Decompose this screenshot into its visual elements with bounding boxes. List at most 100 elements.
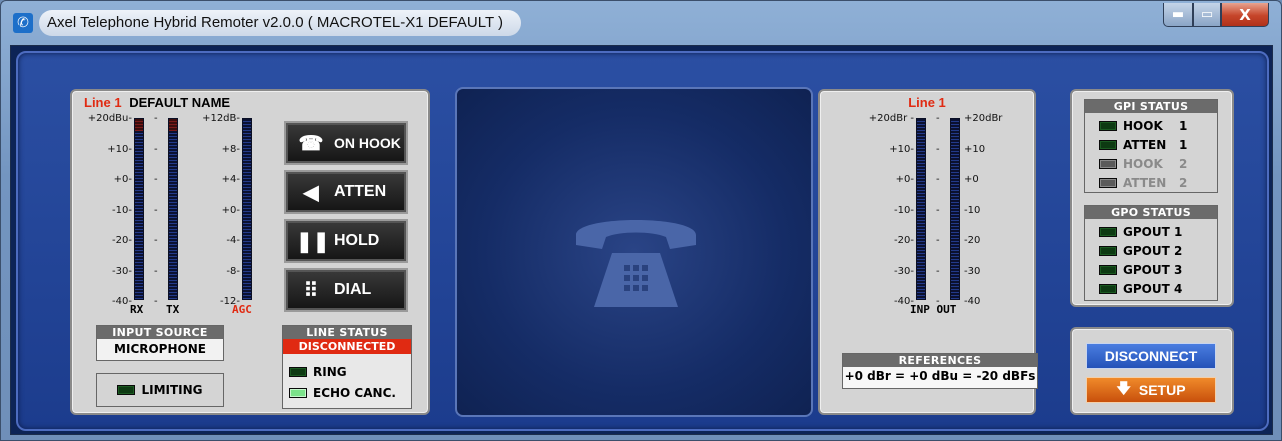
atten-label: ATTEN xyxy=(334,183,387,200)
scale-dash: - xyxy=(154,204,158,216)
on-hook-button[interactable]: ☎ ON HOOK xyxy=(284,121,408,165)
input-source-value: MICROPHONE xyxy=(114,342,206,356)
gpi-box: GPI STATUS HOOK 1 ATTEN 1 HOOK 2 ATTEN 2 xyxy=(1084,99,1218,193)
gpo-label: GPOUT 3 xyxy=(1123,262,1183,277)
rx-meter xyxy=(134,118,144,300)
app-window: ✆ Axel Telephone Hybrid Remoter v2.0.0 (… xyxy=(0,0,1282,441)
title-bar[interactable]: ✆ Axel Telephone Hybrid Remoter v2.0.0 (… xyxy=(1,1,1281,45)
scale-tick-label: -8- xyxy=(226,265,240,277)
gpo-led xyxy=(1099,283,1117,294)
scale-dash: - xyxy=(936,174,940,185)
out-meter xyxy=(950,118,960,300)
limiting-led xyxy=(117,385,136,395)
scale-tick-label: +20dBr - xyxy=(868,113,914,124)
line-label: Line 1 xyxy=(84,95,122,110)
window-controls: ▬ ▭ X xyxy=(1163,3,1269,27)
scale-tick-label: +10- xyxy=(107,143,132,155)
maximize-button[interactable]: ▭ xyxy=(1193,3,1221,27)
io-panel: Line 1 +20dBr - +10- +0- -10- -20- -30- -40- -… xyxy=(818,89,1038,415)
agc-meter xyxy=(242,118,252,300)
echo-led xyxy=(289,387,307,398)
echo-row: ECHO CANC. xyxy=(289,383,411,402)
scale-dash: - xyxy=(936,265,940,277)
gpo-led xyxy=(1099,264,1117,275)
scale-tick-label: -30 xyxy=(964,265,981,277)
gpi-label: HOOK xyxy=(1123,156,1163,171)
line-header: Line 1 DEFAULT NAME xyxy=(84,95,230,110)
scale-tick-label: +0- xyxy=(113,174,132,185)
phone-icon: ✆ xyxy=(13,13,33,33)
tx-meter xyxy=(168,118,178,300)
scale-tick-label: +20dBu- xyxy=(87,113,132,124)
scale-tick-label: +20dBr xyxy=(964,113,1003,124)
gpo-label: GPOUT 2 xyxy=(1123,243,1183,258)
setup-button[interactable]: 🡇 SETUP xyxy=(1086,377,1216,403)
scale-dash: - xyxy=(936,235,940,246)
gpi-item: ATTEN 2 xyxy=(1099,173,1217,192)
window-title: Axel Telephone Hybrid Remoter v2.0.0 ( M… xyxy=(39,10,522,36)
pause-icon: ❚❚ xyxy=(296,230,330,253)
rx-label: RX xyxy=(130,303,144,316)
scale-dash: - xyxy=(154,113,158,124)
line-panel: Line 1 DEFAULT NAME +20dBu- +10- +0- -10- -2… xyxy=(70,89,430,415)
scale-tick-label: +10- xyxy=(889,143,914,155)
gpi-label: HOOK xyxy=(1123,118,1163,133)
ring-row: RING xyxy=(289,362,411,381)
hold-label: HOLD xyxy=(334,232,380,249)
hold-button[interactable]: ❚❚ HOLD xyxy=(284,219,408,263)
gpi-label: ATTEN xyxy=(1123,175,1167,190)
references-value: +0 dBr = +0 dBu = -20 dBFs xyxy=(844,369,1036,383)
scale-tick-label: -10 xyxy=(964,204,981,216)
scale-tick-label: +0- xyxy=(895,174,914,185)
limiting-label: LIMITING xyxy=(141,383,203,397)
minimize-button[interactable]: ▬ xyxy=(1163,3,1193,27)
gpo-item: GPOUT 3 xyxy=(1099,260,1217,279)
gpi-number: 2 xyxy=(1179,156,1188,171)
disconnect-button[interactable]: DISCONNECT xyxy=(1086,343,1216,369)
gpi-number: 2 xyxy=(1179,175,1188,190)
io-line-label: Line 1 xyxy=(908,95,946,110)
echo-label: ECHO CANC. xyxy=(313,385,396,400)
scale-tick-label: +0- xyxy=(221,204,240,216)
down-arrow-icon: 🡇 xyxy=(1116,380,1131,396)
scale-dash: - xyxy=(154,265,158,277)
scale-tick-label: -10- xyxy=(112,204,132,216)
limiting-indicator: LIMITING xyxy=(96,373,224,407)
telephone-icon xyxy=(576,220,696,307)
line-name: DEFAULT NAME xyxy=(129,95,231,110)
scale-tick-label: -30- xyxy=(894,265,914,277)
gpio-panel: GPI STATUS HOOK 1 ATTEN 1 HOOK 2 ATTEN 2 GPO ST… xyxy=(1070,89,1234,307)
gpi-number: 1 xyxy=(1179,118,1188,133)
references-header: REFERENCES xyxy=(843,354,1037,367)
input-source-header: INPUT SOURCE xyxy=(97,326,223,339)
scale-tick-label: -4- xyxy=(226,235,240,246)
on-hook-label: ON HOOK xyxy=(334,135,401,151)
scale-tick-label: -20 xyxy=(964,235,981,246)
gpi-header: GPI STATUS xyxy=(1085,100,1217,113)
gpi-led xyxy=(1099,158,1117,169)
gpi-item: HOOK 1 xyxy=(1099,116,1217,135)
line-status-value: DISCONNECTED xyxy=(283,339,411,354)
scale-tick-label: -30- xyxy=(112,265,132,277)
gpo-item: GPOUT 2 xyxy=(1099,241,1217,260)
gpo-item: GPOUT 4 xyxy=(1099,279,1217,298)
scale-tick-label: +4- xyxy=(221,174,240,185)
scale-tick-label: -20- xyxy=(112,235,132,246)
atten-button[interactable]: ◀ ATTEN xyxy=(284,170,408,214)
scale-tick-label: -40 xyxy=(964,296,981,307)
input-source-box[interactable]: INPUT SOURCE MICROPHONE xyxy=(96,325,224,361)
gpo-header: GPO STATUS xyxy=(1085,206,1217,219)
gpi-led xyxy=(1099,139,1117,150)
close-button[interactable]: X xyxy=(1221,3,1269,27)
gpo-list: GPOUT 1 GPOUT 2 GPOUT 3 GPOUT 4 xyxy=(1085,219,1217,298)
gpi-number: 1 xyxy=(1179,137,1188,152)
scale-tick-label: +10 xyxy=(964,143,986,155)
scale-tick-label: +0 xyxy=(964,174,979,185)
ring-label: RING xyxy=(313,364,347,379)
scale-dash: - xyxy=(936,204,940,216)
line-status-box: LINE STATUS DISCONNECTED RING ECHO CANC. xyxy=(282,325,412,409)
scale-tick-label: +8- xyxy=(221,143,240,155)
dial-button[interactable]: ⠿ DIAL xyxy=(284,268,408,312)
tx-label: TX xyxy=(166,303,180,316)
gpo-label: GPOUT 4 xyxy=(1123,281,1183,296)
